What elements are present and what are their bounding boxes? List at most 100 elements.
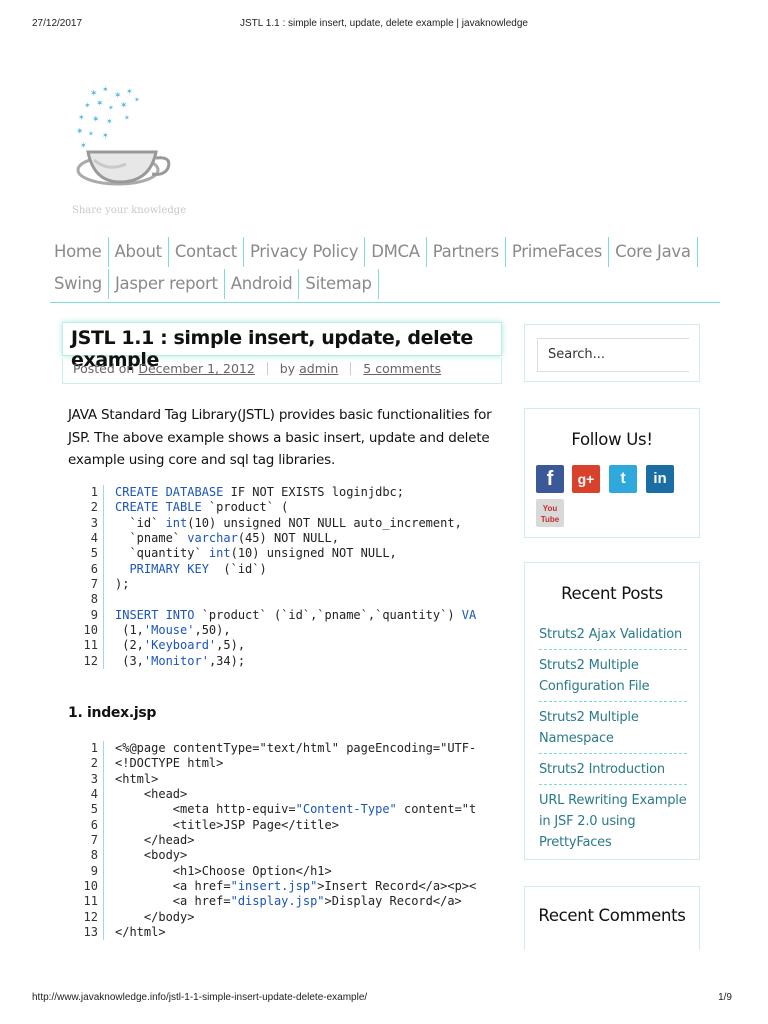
recent-post-link[interactable]: Struts2 Ajax Validation bbox=[539, 619, 687, 650]
nav-core-java[interactable]: Core Java bbox=[609, 237, 698, 267]
gutter-divider bbox=[103, 771, 107, 788]
svg-text:✶: ✶ bbox=[134, 96, 140, 104]
code-token: >Display Record</a> bbox=[324, 894, 462, 909]
gutter-divider bbox=[103, 546, 107, 562]
code-token: 'Mouse' bbox=[143, 623, 195, 638]
gutter-divider bbox=[103, 577, 107, 593]
nav-partners[interactable]: Partners bbox=[427, 237, 506, 267]
site-logo[interactable]: ✶ ✶ ✶ ✶ ✶ ✶ ✶ ✶ ✶ ✶ ✶ ✶ ✶ ✶ ✶ ✶ ✶ bbox=[68, 82, 198, 202]
recent-comments-widget: Recent Comments bbox=[524, 886, 700, 950]
search-widget: Search... bbox=[524, 324, 700, 382]
code-text: INSERT INTO `product` (`id`,`pname`,`qua… bbox=[115, 608, 476, 623]
code-line: 8 <body> bbox=[70, 848, 504, 864]
post-title-box: JSTL 1.1 : simple insert, update, delete… bbox=[62, 322, 502, 371]
gutter-divider bbox=[103, 741, 107, 757]
section-heading-index-jsp: 1. index.jsp bbox=[68, 705, 157, 721]
code-token: </body> bbox=[115, 909, 195, 924]
code-token: </html> bbox=[115, 925, 166, 940]
code-token: CREATE TABLE bbox=[115, 500, 202, 515]
line-number: 8 bbox=[90, 848, 98, 863]
line-number: 10 bbox=[83, 879, 98, 894]
code-token: int bbox=[208, 546, 231, 561]
nav-dmca[interactable]: DMCA bbox=[365, 237, 427, 267]
post-intro: JAVA Standard Tag Library(JSTL) provides… bbox=[68, 407, 492, 468]
comments-link[interactable]: 5 comments bbox=[363, 361, 441, 376]
google-plus-icon[interactable]: g+ bbox=[572, 465, 600, 493]
code-line: 11 (2,'Keyboard',5), bbox=[70, 638, 504, 654]
author-link[interactable]: admin bbox=[299, 361, 338, 376]
code-text: <a href="insert.jsp">Insert Record</a><p… bbox=[115, 879, 476, 894]
recent-post-link[interactable]: Struts2 Introduction bbox=[539, 754, 687, 785]
recent-post-link[interactable]: Struts2 Multiple Configuration File bbox=[539, 650, 687, 702]
nav-about[interactable]: About bbox=[109, 237, 169, 267]
svg-text:✶: ✶ bbox=[114, 91, 122, 101]
code-token: (10) unsigned NOT NULL, bbox=[230, 546, 397, 561]
code-line: 3 <html> bbox=[70, 771, 504, 788]
youtube-icon[interactable]: You Tube bbox=[536, 499, 564, 527]
print-title: JSTL 1.1 : simple insert, update, delete… bbox=[240, 18, 528, 29]
svg-text:✶: ✶ bbox=[80, 141, 87, 150]
recent-post-link[interactable]: Struts2 Multiple Namespace bbox=[539, 702, 687, 754]
nav-sitemap[interactable]: Sitemap bbox=[299, 269, 379, 299]
code-token: <body> bbox=[115, 848, 188, 863]
nav-android[interactable]: Android bbox=[225, 269, 300, 299]
code-token: ); bbox=[115, 577, 130, 592]
gutter-divider bbox=[103, 515, 107, 532]
svg-text:✶: ✶ bbox=[108, 104, 114, 112]
code-text: <head> bbox=[115, 787, 187, 802]
twitter-icon[interactable]: t bbox=[609, 465, 637, 493]
gutter-divider bbox=[103, 531, 107, 547]
code-token: ,34); bbox=[208, 653, 246, 668]
nav-privacy-policy[interactable]: Privacy Policy bbox=[244, 237, 366, 267]
code-text: </body> bbox=[115, 909, 195, 925]
gutter-divider bbox=[103, 638, 107, 654]
nav-home[interactable]: Home bbox=[50, 237, 109, 267]
gutter-divider bbox=[103, 500, 107, 516]
line-number: 7 bbox=[90, 577, 98, 592]
nav-primefaces[interactable]: PrimeFaces bbox=[506, 237, 610, 267]
code-token: 'Keyboard' bbox=[143, 638, 217, 653]
code-token: (45) NOT NULL, bbox=[237, 531, 339, 546]
gutter-divider bbox=[103, 592, 107, 608]
code-token: (1, bbox=[115, 623, 144, 638]
gutter-divider bbox=[103, 909, 107, 926]
code-line: 2 CREATE TABLE `product` ( bbox=[70, 500, 504, 516]
code-token: (2, bbox=[115, 638, 144, 653]
line-number: 8 bbox=[90, 592, 98, 607]
code-line: 9 <h1>Choose Option</h1> bbox=[70, 863, 504, 880]
search-input[interactable]: Search... bbox=[537, 338, 689, 372]
code-token: `id` bbox=[115, 515, 166, 530]
nav-swing[interactable]: Swing bbox=[50, 269, 109, 299]
nav-jasper-report[interactable]: Jasper report bbox=[109, 269, 225, 299]
recent-posts-list: Struts2 Ajax Validation Struts2 Multiple… bbox=[539, 619, 687, 857]
code-line: 4 `pname` varchar(45) NOT NULL, bbox=[70, 531, 504, 547]
code-token: VA bbox=[461, 607, 477, 622]
svg-text:✶: ✶ bbox=[78, 113, 85, 122]
code-token: ,50), bbox=[194, 623, 231, 638]
svg-text:✶: ✶ bbox=[76, 127, 84, 137]
code-token: <h1>Choose Option</h1> bbox=[115, 863, 332, 878]
code-line: 3 `id` int(10) unsigned NOT NULL auto_in… bbox=[70, 515, 504, 532]
follow-us-widget: Follow Us! f g+ t in You Tube bbox=[524, 408, 700, 538]
code-line: 8 bbox=[70, 592, 504, 608]
gutter-divider bbox=[103, 848, 107, 864]
facebook-icon[interactable]: f bbox=[536, 465, 564, 493]
code-line: 12 (3,'Monitor',34); bbox=[70, 653, 504, 670]
nav-contact[interactable]: Contact bbox=[169, 237, 244, 267]
gutter-divider bbox=[103, 879, 107, 895]
code-line: 6 PRIMARY KEY (`id`) bbox=[70, 561, 504, 578]
recent-post-link[interactable]: URL Rewriting Example in JSF 2.0 using P… bbox=[539, 785, 687, 857]
post-date-link[interactable]: December 1, 2012 bbox=[138, 361, 255, 376]
code-token: INSERT INTO bbox=[115, 607, 195, 622]
code-line: 10 <a href="insert.jsp">Insert Record</a… bbox=[70, 879, 504, 895]
svg-text:✶: ✶ bbox=[120, 101, 128, 111]
linkedin-icon[interactable]: in bbox=[646, 465, 674, 493]
line-number: 3 bbox=[90, 771, 98, 786]
code-token: <a href= bbox=[115, 879, 231, 894]
code-token: `pname` bbox=[115, 531, 188, 546]
line-number: 10 bbox=[83, 623, 98, 638]
code-token: IF NOT EXISTS loginjdbc; bbox=[223, 485, 404, 499]
code-text: CREATE DATABASE IF NOT EXISTS loginjdbc; bbox=[115, 485, 404, 500]
print-url: http://www.javaknowledge.info/jstl-1-1-s… bbox=[32, 992, 368, 1003]
code-text: <meta http-equiv="Content-Type" content=… bbox=[115, 802, 476, 817]
